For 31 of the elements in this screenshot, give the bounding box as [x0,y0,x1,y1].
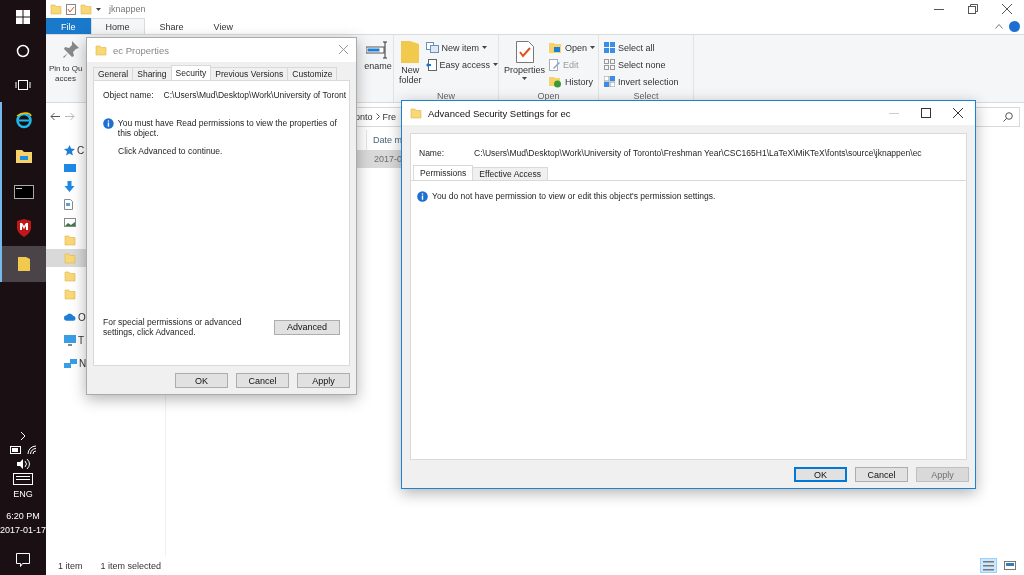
dialog-title: Advanced Security Settings for ec [428,107,571,119]
button-label: Easy access [439,59,491,70]
status-text: 1 item selected [100,560,162,571]
button-label: Select all [618,42,655,53]
nav-label: O [78,311,86,323]
nav-label: N [79,357,87,369]
field-label: Object name: [103,90,154,100]
group-label: Select [632,91,660,102]
button-label: New item [441,42,480,53]
date-cell-text: 2017-0 [373,154,403,164]
group-label: New [436,91,456,102]
nav-label: C [77,144,85,156]
field-label: Name: [419,148,445,158]
message-text: You must have Read permissions to view the properties of this object. [117,118,338,138]
clock-date: 2017-01-17 [0,525,47,535]
object-path: C:\Users\Mud\Desktop\Work\University of Toront [163,90,347,100]
hint-text: Click Advanced to continue. [118,146,224,156]
button-label: Select none [618,59,666,70]
button-label: History [565,76,594,87]
button-label: Open [565,42,588,53]
dialog-title: ec Properties [113,44,169,56]
clock-time: 6:20 PM [6,511,40,521]
nav-label: T [78,334,85,346]
group-label: Open [536,91,561,102]
message-text: You do not have permission to view or edit this object's permission settings. [432,191,716,201]
button-label: Invert selection [618,76,679,87]
window-title: jknappen [109,4,146,14]
status-text: 1 item [58,560,83,571]
button-label: Edit [563,59,579,70]
object-path: C:\Users\Mud\Desktop\Work\University of Toronto\Freshman Year\CSC165H1\LaTeX\MiKTeX\fonts\source\jknappen\ec [474,148,922,158]
advanced-hint-text: For special permissions or advanced settings, click Advanced. [103,317,243,337]
